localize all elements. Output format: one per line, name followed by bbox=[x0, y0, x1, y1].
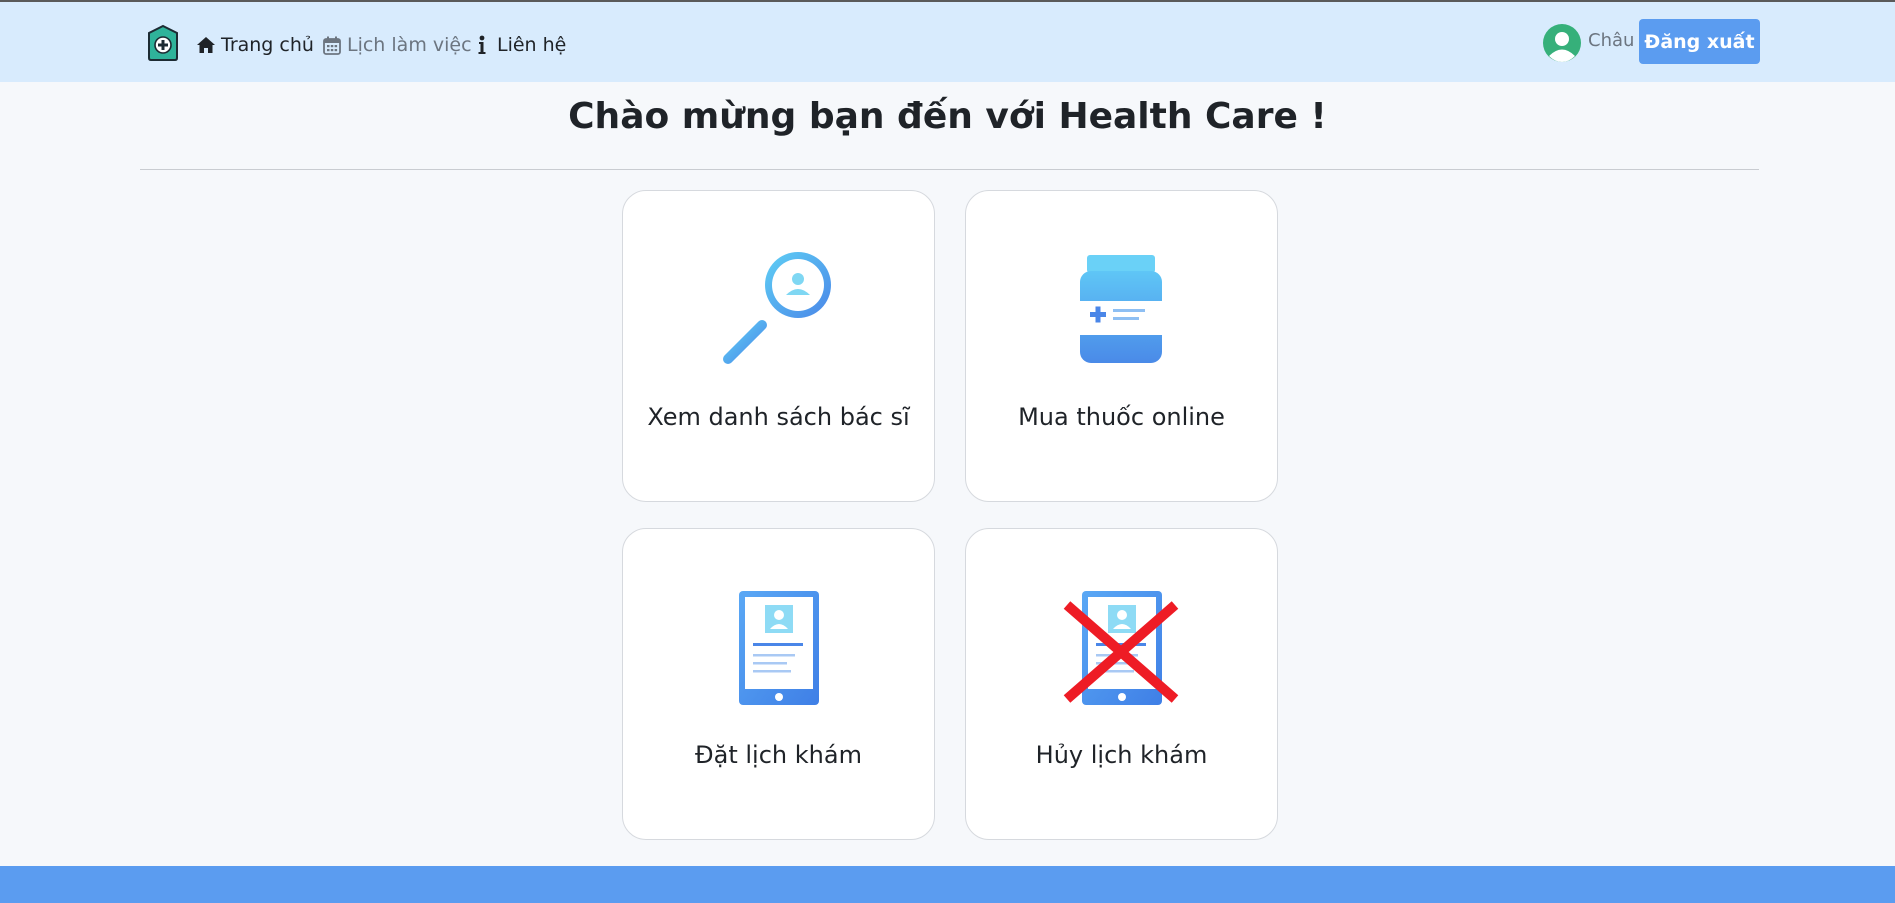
card-buy-medicine[interactable]: Mua thuốc online bbox=[965, 190, 1278, 502]
user-name: Châu bbox=[1588, 29, 1635, 51]
cancel-appointment-icon bbox=[1063, 591, 1178, 705]
card-doctor-list[interactable]: Xem danh sách bác sĩ bbox=[622, 190, 935, 502]
appointment-tablet-icon bbox=[738, 591, 819, 705]
medicine-bottle-icon bbox=[1079, 255, 1162, 363]
card-doctor-list-label: Xem danh sách bác sĩ bbox=[647, 403, 910, 431]
footer bbox=[0, 866, 1895, 903]
card-buy-medicine-label: Mua thuốc online bbox=[1018, 403, 1225, 431]
nav-schedule-link[interactable]: Lịch làm việc bbox=[322, 30, 472, 60]
card-book-appointment[interactable]: Đặt lịch khám bbox=[622, 528, 935, 840]
page-title: Chào mừng bạn đến với Health Care ! bbox=[568, 96, 1327, 137]
info-icon bbox=[472, 35, 492, 55]
home-icon bbox=[196, 35, 216, 55]
navbar: Trang chủ Lịch làm việc Liên hệ Châu Đăn… bbox=[0, 2, 1895, 82]
user-avatar-icon bbox=[1543, 24, 1581, 62]
card-cancel-appointment-label: Hủy lịch khám bbox=[1035, 741, 1208, 769]
logout-button[interactable]: Đăng xuất bbox=[1639, 19, 1760, 64]
nav-contact-label: Liên hệ bbox=[497, 34, 567, 56]
title-divider bbox=[140, 169, 1759, 170]
nav-home-link[interactable]: Trang chủ bbox=[196, 30, 314, 60]
doctor-search-icon bbox=[722, 252, 831, 364]
user-menu[interactable]: Châu bbox=[1543, 24, 1634, 62]
nav-schedule-label: Lịch làm việc bbox=[347, 34, 472, 56]
nav-home-label: Trang chủ bbox=[221, 34, 314, 56]
nav-contact-link[interactable]: Liên hệ bbox=[472, 30, 566, 60]
health-care-logo-icon[interactable] bbox=[146, 24, 180, 62]
card-book-appointment-label: Đặt lịch khám bbox=[695, 741, 862, 769]
calendar-icon bbox=[322, 35, 342, 55]
card-cancel-appointment[interactable]: Hủy lịch khám bbox=[965, 528, 1278, 840]
